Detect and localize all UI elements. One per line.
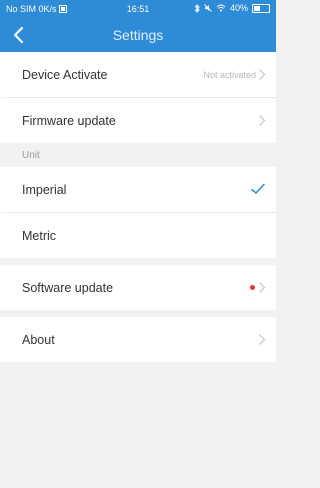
imperial-label: Imperial [22, 182, 67, 197]
page-title: Settings [112, 27, 164, 43]
check-icon [251, 183, 265, 194]
nav-bar: Settings [0, 18, 276, 52]
bluetooth-icon [194, 3, 200, 13]
firmware-update-row[interactable]: Firmware update [0, 98, 276, 143]
chevron-right-icon [259, 282, 266, 293]
battery-text: 40% [229, 3, 248, 13]
about-row[interactable]: About [0, 317, 276, 362]
settings-list: Device Activate Not activated Firmware u… [0, 52, 276, 362]
chevron-right-icon [259, 115, 266, 126]
status-right: 40% [194, 3, 270, 13]
status-bar: No SIM 0K/s 16:51 40% [0, 0, 276, 18]
imperial-row[interactable]: Imperial [0, 167, 276, 212]
unit-section-title: Unit [0, 143, 276, 167]
software-update-row[interactable]: Software update [0, 265, 276, 310]
device-activate-label: Device Activate [22, 67, 108, 82]
chevron-right-icon [259, 334, 266, 345]
battery-icon [252, 3, 270, 13]
mute-icon [204, 4, 212, 12]
chevron-right-icon [259, 69, 266, 80]
device-activate-status: Not activated [203, 69, 256, 80]
wifi-icon [216, 4, 226, 12]
metric-label: Metric [22, 228, 57, 243]
section-gap [0, 258, 276, 265]
metric-row[interactable]: Metric [0, 213, 276, 258]
software-update-label: Software update [22, 280, 114, 295]
section-gap [0, 310, 276, 317]
firmware-update-label: Firmware update [22, 113, 116, 128]
update-badge [250, 285, 255, 290]
header: No SIM 0K/s 16:51 40% Settings [0, 0, 276, 52]
about-label: About [22, 332, 55, 347]
device-activate-row[interactable]: Device Activate Not activated [0, 52, 276, 97]
